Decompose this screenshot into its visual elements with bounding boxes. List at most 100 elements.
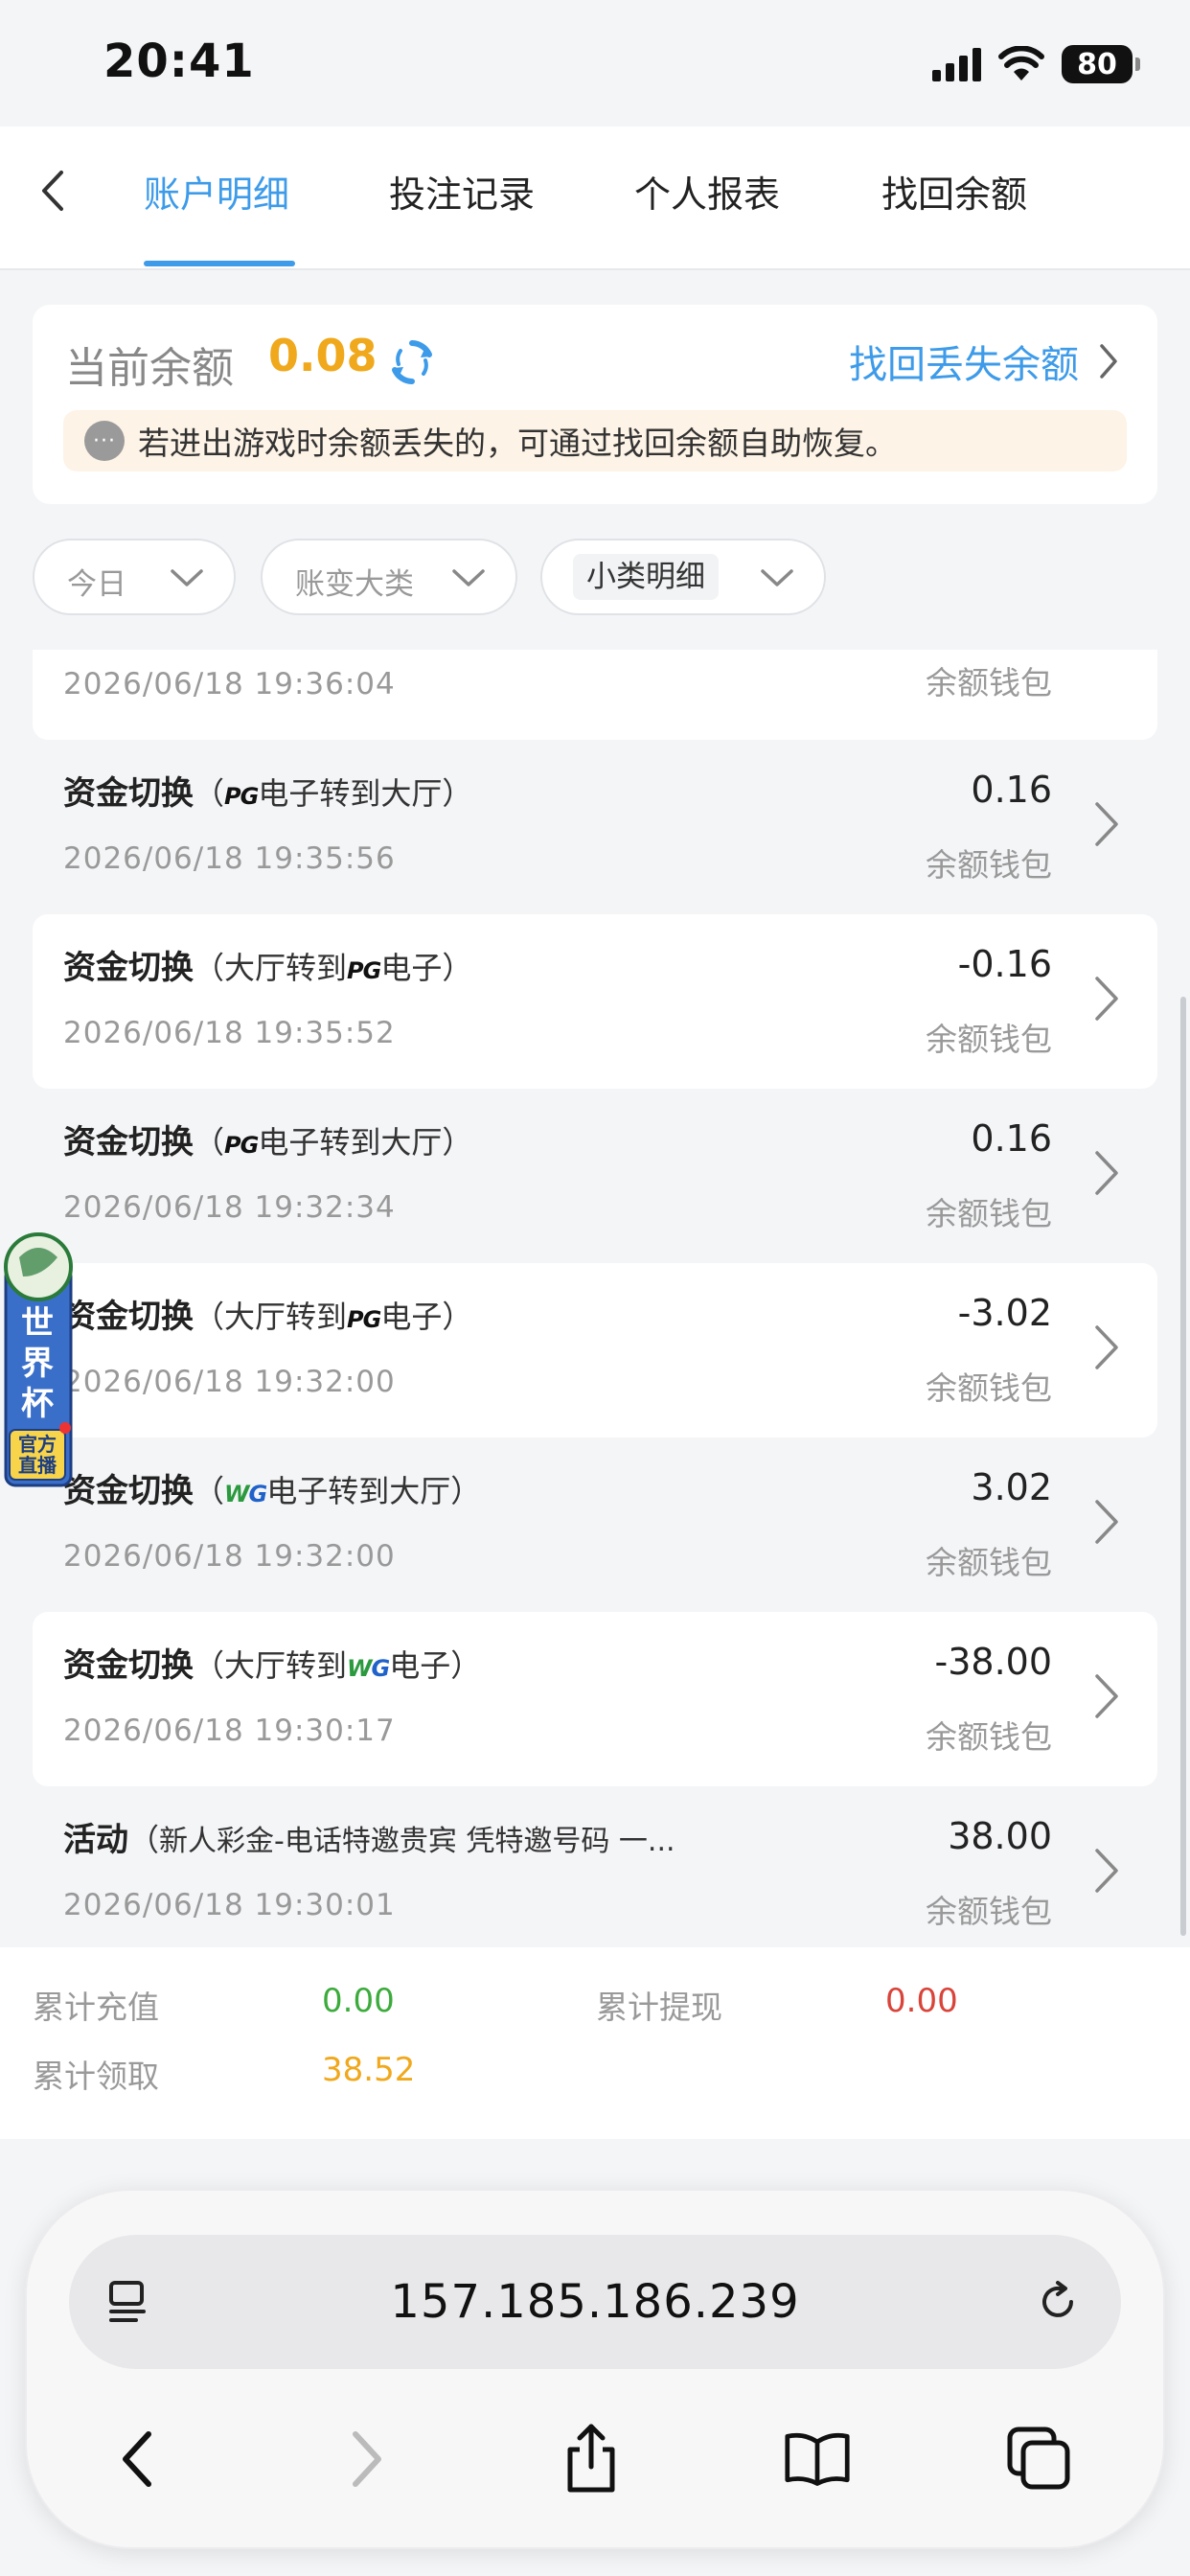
chevron-down-icon (452, 569, 485, 586)
balance-notice: ··· 若进出游戏时余额丢失的，可通过找回余额自助恢复。 (63, 410, 1127, 472)
tabs-icon (1007, 2426, 1070, 2490)
filter-date[interactable]: 今日 (33, 539, 236, 615)
total-claim-value: 38.52 (322, 2051, 416, 2089)
transaction-desc-before: 大厅转到 (224, 950, 348, 986)
share-button[interactable] (558, 2421, 625, 2497)
refresh-icon[interactable] (387, 337, 437, 387)
total-claim-label: 累计领取 (33, 2058, 159, 2095)
total-withdraw-value: 0.00 (885, 1982, 958, 2020)
transaction-row[interactable]: 资金切换（WG电子转到大厅） 2026/06/18 19:32:00 3.02 … (33, 1438, 1157, 1612)
transaction-date: 2026/06/18 19:32:34 (63, 1190, 396, 1225)
transaction-title: 资金切换（PG电子转到大厅） (63, 1116, 472, 1162)
chevron-down-icon (171, 569, 203, 586)
tab-personal-report[interactable]: 个人报表 (634, 165, 780, 218)
paren-open: （ (194, 950, 225, 986)
back-button[interactable] (29, 167, 77, 215)
transaction-desc-before: 大厅转到 (224, 1647, 348, 1684)
transaction-title: 资金切换（WG电子转到大厅） (63, 1464, 481, 1511)
tab-recover-balance[interactable]: 找回余额 (881, 165, 1027, 218)
transaction-amount: 38.00 (948, 1815, 1052, 1857)
transaction-row[interactable]: 活动（新人彩金-电话特邀贵宾 凭特邀号码 一... 2026/06/18 19:… (33, 1786, 1157, 1945)
chevron-down-icon (761, 569, 793, 586)
pg-logo: PG (347, 957, 381, 984)
transaction-category: 资金切换 (63, 1123, 194, 1162)
transaction-category: 资金切换 (63, 774, 194, 813)
transaction-desc-before: 新人彩金-电话特邀贵宾 凭特邀号码 一... (159, 1825, 675, 1858)
transaction-row[interactable]: 资金切换（PG电子转到大厅） 2026/06/18 19:35:56 0.16 … (33, 740, 1157, 914)
paren-open: （ (194, 1473, 225, 1509)
tab-bet-records[interactable]: 投注记录 (389, 165, 535, 218)
summary-panel: 累计充值 0.00 累计提现 0.00 累计领取 38.52 (0, 1947, 1190, 2139)
transaction-wallet: 余额钱包 (926, 1369, 1052, 1407)
transaction-title: 活动（新人彩金-电话特邀贵宾 凭特邀号码 一... (63, 1813, 675, 1860)
transaction-amount: -0.16 (957, 943, 1052, 985)
scrollbar[interactable] (1180, 997, 1186, 1936)
active-tab-indicator (144, 261, 295, 266)
transaction-wallet: 余额钱包 (926, 1544, 1052, 1581)
world-cup-live-badge[interactable]: 世界杯 官方直播 (4, 1229, 75, 1487)
wg-logo-g: G (371, 1655, 391, 1682)
transaction-date: 2026/06/18 19:32:00 (63, 1539, 396, 1574)
browser-forward-button[interactable] (333, 2421, 400, 2497)
chevron-left-icon (42, 171, 63, 211)
address-bar[interactable]: 157.185.186.239 (69, 2235, 1121, 2369)
transaction-desc-before: 大厅转到 (224, 1299, 348, 1335)
balance-card: 当前余额 0.08 找回丢失余额 ··· 若进出游戏时余额丢失的，可通过找回余额… (33, 305, 1157, 504)
paren-close: ） (442, 1124, 473, 1161)
balance-notice-text: 若进出游戏时余额丢失的，可通过找回余额自助恢复。 (138, 425, 897, 462)
cellular-signal-icon (932, 47, 981, 81)
paren-close: ） (442, 1299, 473, 1335)
status-bar: 20:41 80 (0, 0, 1190, 126)
tabs-button[interactable] (1006, 2421, 1073, 2497)
wg-logo: WG (347, 1655, 391, 1682)
reload-icon[interactable] (1033, 2277, 1083, 2327)
transaction-category: 资金切换 (63, 949, 194, 987)
recover-lost-balance-label: 找回丢失余额 (849, 343, 1079, 387)
transaction-wallet: 余额钱包 (926, 1893, 1052, 1930)
tab-account-details[interactable]: 账户明细 (144, 165, 289, 218)
total-recharge-value: 0.00 (322, 1982, 395, 2020)
transaction-row[interactable]: 资金切换（大厅转到PG电子） 2026/06/18 19:35:52 -0.16… (33, 914, 1157, 1089)
balance-label: 当前余额 (65, 344, 234, 393)
transaction-row[interactable]: 资金切换（大厅转到PG电子） 2026/06/18 19:32:00 -3.02… (33, 1263, 1157, 1438)
chevron-right-icon (353, 2431, 381, 2487)
transaction-row[interactable]: 资金切换（大厅转到WG电子） 2026/06/18 19:30:17 -38.0… (33, 1612, 1157, 1786)
official-live-label: 官方直播 (18, 1433, 57, 1477)
paren-open: （ (194, 775, 225, 812)
bookmarks-button[interactable] (784, 2421, 851, 2497)
recover-lost-balance-link[interactable]: 找回丢失余额 (849, 334, 1119, 389)
transaction-wallet: 余额钱包 (926, 1021, 1052, 1058)
paren-open: （ (194, 1647, 225, 1684)
transaction-wallet: 余额钱包 (926, 1195, 1052, 1232)
transaction-wallet: 余额钱包 (926, 664, 1052, 702)
transaction-category: 资金切换 (63, 1298, 194, 1336)
transaction-amount: -38.00 (934, 1641, 1053, 1683)
wifi-icon (998, 46, 1044, 80)
transaction-category: 资金切换 (63, 1472, 194, 1510)
chevron-left-icon (123, 2431, 151, 2487)
transaction-title: 资金切换（大厅转到WG电子） (63, 1639, 481, 1686)
browser-back-button[interactable] (103, 2421, 171, 2497)
transaction-desc-after: 电子 (380, 950, 443, 986)
filter-subcategory-label: 小类明细 (573, 554, 719, 600)
share-icon (567, 2424, 615, 2493)
transaction-amount: 0.16 (971, 769, 1052, 811)
pg-logo: PG (224, 1132, 259, 1159)
transaction-wallet: 余额钱包 (926, 846, 1052, 884)
transaction-amount: -3.02 (957, 1292, 1052, 1334)
transaction-row[interactable]: 资金切换（PG电子转到大厅） 2026/06/18 19:32:34 0.16 … (33, 1089, 1157, 1263)
message-bubble-icon: ··· (84, 421, 125, 461)
filter-subcategory[interactable]: 小类明细 (540, 539, 826, 615)
transaction-title: 资金切换（大厅转到PG电子） (63, 941, 472, 988)
chevron-right-icon (1095, 1849, 1118, 1893)
total-recharge-label: 累计充值 (33, 1989, 159, 2026)
wg-logo: WG (224, 1481, 267, 1507)
transaction-row[interactable]: 2026/06/18 19:36:04 余额钱包 (33, 650, 1157, 740)
filter-category[interactable]: 账变大类 (261, 539, 517, 615)
status-icons: 80 (932, 42, 1140, 86)
chevron-right-icon (1095, 1674, 1118, 1718)
filter-date-label: 今日 (67, 567, 126, 602)
chevron-right-icon (1095, 802, 1118, 846)
paren-open: （ (194, 1124, 225, 1161)
chevron-right-icon (1095, 977, 1118, 1021)
